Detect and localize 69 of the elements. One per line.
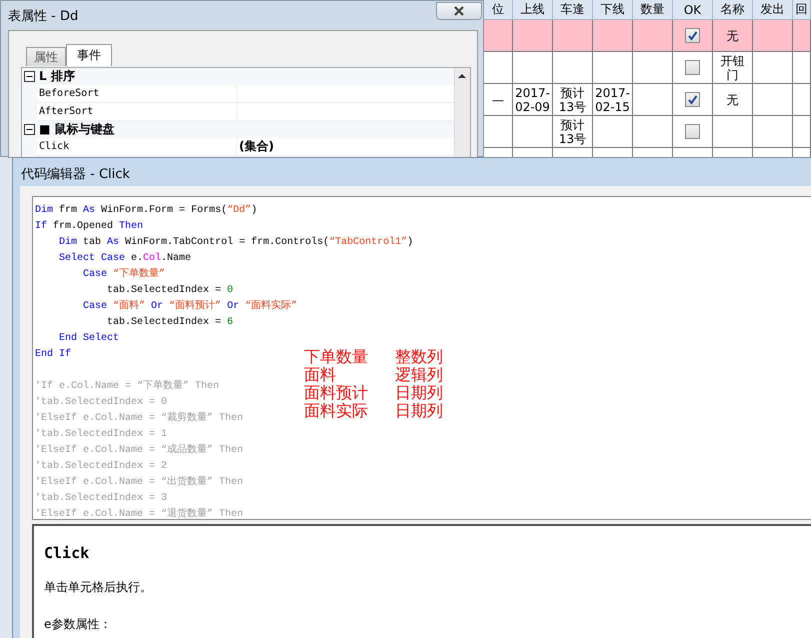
tab[interactable]: 属性 [26,47,66,66]
code-line: tab.SelectedIndex = 6 [106,316,234,330]
code-line: 'tab.SelectedIndex = 0 [35,396,168,410]
grid-row[interactable]: 预计13号 [484,116,811,148]
checkbox[interactable] [685,28,700,43]
note-text: 下单数量 [304,349,369,367]
collapse-icon[interactable] [24,71,35,82]
note-text: 面料 [304,367,336,385]
tab[interactable]: 事件 [66,44,112,66]
checkbox[interactable] [685,124,700,139]
window-title: 代码编辑器 - Click [21,166,130,183]
note-text: 日期列 [395,403,443,421]
note-text: 日期列 [395,385,443,403]
code-line: Dim tab As WinForm.TabControl = frm.Controls(“TabControl1”) [58,236,414,250]
column-header[interactable]: 发出 [753,0,793,20]
grid-cell[interactable] [713,116,753,148]
close-button[interactable] [436,2,482,20]
grid-cell[interactable] [513,116,553,148]
help-title: Click [44,544,90,562]
code-line: Case “下单数量” [82,267,166,282]
note-text: 面料预计 [304,385,369,403]
column-header[interactable]: OK [673,0,713,20]
code-line: 'ElseIf e.Col.Name = “裁剪数量” Then [35,411,244,426]
code-line: 'ElseIf e.Col.Name = “成品数量” Then [35,443,244,458]
selected-grid-row[interactable]: 无 [484,20,811,52]
code-line: Dim frm As WinForm.Form = Forms(“Dd”) [35,204,258,218]
column-header[interactable]: 位 [484,0,513,20]
note-text: 逻辑列 [395,367,443,385]
column-header[interactable]: 数量 [633,0,673,20]
code-line: 'tab.SelectedIndex = 3 [35,492,168,506]
help-text: 单击单元格后执行。 [44,579,153,596]
code-line: Select Case e.Col.Name [58,252,192,266]
scrollbar[interactable] [454,68,470,159]
checkbox[interactable] [685,92,700,107]
help-text: e参数属性： [44,616,112,633]
close-icon [453,6,465,16]
code-line: 'tab.SelectedIndex = 1 [35,428,168,442]
collapse-icon[interactable] [24,124,35,135]
note-text: 整数列 [395,349,443,367]
code-line: 'ElseIf e.Col.Name = “出货数量” Then [35,475,244,490]
grid-row[interactable]: 开钮门 [484,52,811,84]
grid-cell[interactable] [753,116,793,148]
code-line: End Select [58,332,120,346]
category-label: L 排序 [39,68,75,85]
code-line: Case “面料” Or “面料预计” Or “面料实际” [82,299,298,314]
grid-cell[interactable] [673,116,713,148]
column-header[interactable]: 名称 [713,0,753,20]
scroll-up-icon[interactable] [458,73,466,78]
code-line: If frm.Opened Then [35,220,144,234]
code-line: tab.SelectedIndex = 0 [106,284,234,298]
window-title: 表属性 - Dd [8,8,78,25]
note-text: 面料实际 [304,403,369,421]
property-value[interactable]: (集合) [239,138,274,155]
code-line: End If [35,348,72,362]
category-label: ■ 鼠标与键盘 [39,121,115,138]
code-line: 'If e.Col.Name = “下单数量” Then [35,379,220,394]
grid-cell[interactable]: 预计13号 [553,116,593,148]
grid-cell[interactable] [593,116,633,148]
grid-cell[interactable] [633,116,673,148]
column-header[interactable]: 车逢 [553,0,593,20]
grid-cell[interactable] [793,116,811,148]
checkbox[interactable] [685,60,700,75]
column-header[interactable]: 上线 [513,0,553,20]
column-header[interactable]: 下线 [593,0,633,20]
code-line: 'ElseIf e.Col.Name = “退货数量” Then [35,507,244,519]
code-line: 'tab.SelectedIndex = 2 [35,460,168,474]
column-header[interactable]: 回 [793,0,811,20]
property-name[interactable]: Click [37,138,237,155]
code-area[interactable] [32,196,811,520]
